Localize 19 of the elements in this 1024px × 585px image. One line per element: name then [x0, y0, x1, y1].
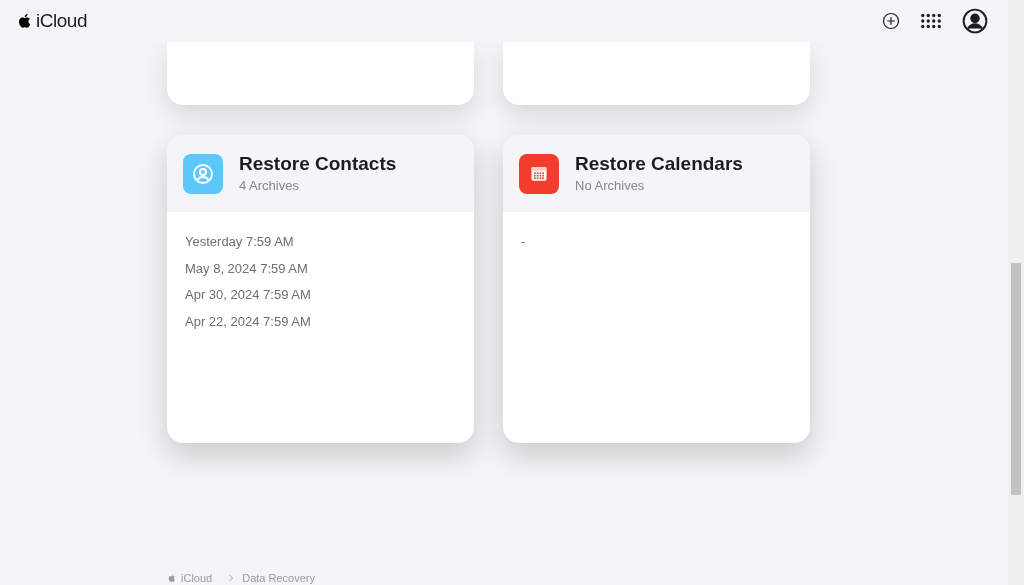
chevron-icon: [228, 574, 235, 582]
card-subtitle: No Archives: [575, 176, 646, 195]
card-subtitle: 4 Archives: [239, 176, 300, 195]
apple-logo-icon: [167, 573, 177, 583]
account-icon[interactable]: [962, 8, 988, 34]
archive-date[interactable]: May 8, 2024 7:59 AM: [185, 258, 456, 278]
calendar-icon: [519, 153, 559, 194]
card-title: Restore Calendars: [575, 151, 743, 176]
archive-date[interactable]: Apr 22, 2024 7:59 AM: [185, 311, 456, 331]
restore-card[interactable]: Restore Calendars No Archives -: [503, 135, 810, 443]
brand-name[interactable]: iCloud: [36, 6, 87, 36]
add-icon[interactable]: [882, 12, 900, 30]
restore-card[interactable]: Restore Contacts 4 Archives Yesterday 7:59 AM May 8, 2024 7:59 AM Apr 30, 2024 7:59 AM Apr 22, 2024 7:59 AM: [167, 135, 474, 443]
archive-date[interactable]: -: [521, 232, 792, 252]
scrollbar[interactable]: [1008, 0, 1024, 585]
card-title: Restore Contacts: [239, 151, 397, 176]
contacts-icon: [183, 153, 223, 194]
archive-date[interactable]: Apr 30, 2024 7:59 AM: [185, 285, 456, 305]
archive-date[interactable]: Yesterday 7:59 AM: [185, 232, 456, 252]
